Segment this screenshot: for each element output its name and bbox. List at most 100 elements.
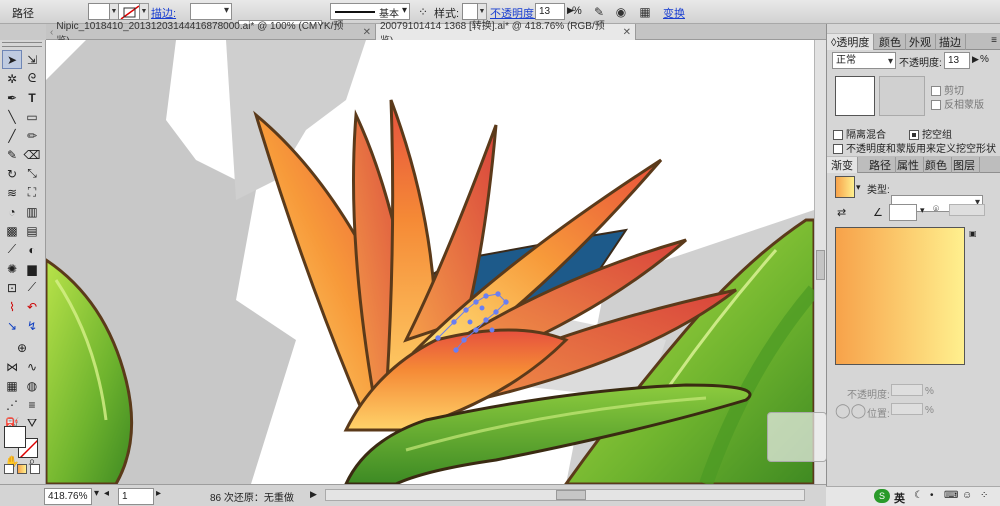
free-transform-icon[interactable]: ⛶ — [22, 183, 42, 202]
tab-stroke[interactable]: 描边 — [935, 34, 966, 50]
next-page-icon[interactable]: ▸ — [156, 488, 161, 499]
scroll-thumb[interactable] — [556, 490, 586, 500]
zoom-dropdown-icon[interactable]: ▾ — [94, 488, 99, 499]
knockout-group-checkbox[interactable]: 挖空组 — [909, 126, 952, 141]
tab-document-2[interactable]: 20079101414 1368 [转换].ai* @ 418.76% (RGB… — [376, 21, 636, 47]
artboard-canvas[interactable] — [46, 40, 814, 484]
paintbrush-icon[interactable]: ╱ — [2, 126, 22, 145]
invert-mask-label: 反相蒙版 — [944, 100, 984, 111]
color-mode-icon[interactable] — [4, 464, 14, 474]
panel-menu-icon[interactable]: ≡ — [991, 35, 997, 46]
ime-mode-label[interactable]: 英 — [894, 490, 905, 506]
tab-path[interactable]: 路径 — [865, 157, 896, 173]
blend-mode-dropdown[interactable]: 正常 — [832, 52, 896, 69]
object-thumbnail[interactable] — [835, 76, 875, 116]
stop-opacity-input[interactable] — [891, 384, 923, 396]
pucker-tool-icon[interactable]: ▦ — [2, 376, 22, 395]
opacity-mask-knockout-checkbox[interactable]: 不透明度和蒙版用来定义挖空形状 — [833, 140, 996, 155]
bloat-tool-icon[interactable]: ◍ — [22, 376, 42, 395]
artboard-tool-icon[interactable]: ⊡ — [2, 278, 22, 297]
transform-link[interactable]: 变换 — [663, 5, 685, 21]
line-tool-icon[interactable]: ╲ — [2, 107, 22, 126]
convert-anchor-icon[interactable]: ↶ — [22, 297, 42, 316]
width-tool-icon[interactable]: ⋈ — [2, 357, 22, 376]
angle-stepper-arrow[interactable]: ▾ — [920, 205, 925, 216]
horizontal-scrollbar[interactable] — [325, 489, 805, 501]
tab-label: 描边 — [939, 37, 961, 49]
tab-attributes[interactable]: 属性 — [893, 157, 924, 173]
column-graph-icon[interactable]: ▆ — [22, 259, 42, 278]
opacity-mask-knockout-label: 不透明度和蒙版用来定义挖空形状 — [846, 144, 996, 155]
opacity-stepper-arrow[interactable]: ▶ — [972, 54, 979, 65]
page-field[interactable]: 1 — [118, 488, 154, 505]
tab-appearance[interactable]: 外观 — [905, 34, 936, 50]
warp-tool-icon[interactable]: ≋ — [2, 183, 22, 202]
fill-color-swatch[interactable] — [4, 426, 26, 448]
sogou-ime-icon[interactable]: S — [874, 489, 890, 503]
slice-tool-icon[interactable]: ⟋ — [22, 278, 42, 297]
add-anchor-icon[interactable]: ↘ — [2, 316, 22, 335]
close-icon[interactable]: ✕ — [363, 27, 371, 38]
moon-icon[interactable]: ☾ — [914, 490, 923, 501]
tab-color[interactable]: 颜色 — [921, 157, 952, 173]
stop-location-input[interactable] — [891, 403, 923, 415]
angle-input[interactable] — [889, 204, 917, 221]
perspective-grid-icon[interactable]: ▥ — [22, 202, 42, 221]
eyedropper-icon[interactable]: ⟋ — [2, 240, 22, 259]
stop-location-unit: % — [925, 405, 934, 416]
gradient-tool-icon[interactable]: ▤ — [22, 221, 42, 240]
aspect-ratio-input[interactable] — [949, 204, 985, 216]
blob-brush-icon[interactable]: ✎ — [2, 145, 22, 164]
tab-layers[interactable]: 图层 — [949, 157, 980, 173]
keyboard-icon[interactable]: ⌨ — [944, 490, 958, 501]
grid-icon[interactable]: ⁘ — [980, 490, 988, 501]
reverse-gradient-icon[interactable]: ⇄ — [837, 206, 846, 219]
tab-transparency[interactable]: ◊透明度 — [827, 34, 875, 50]
wrinkle-tool-icon[interactable]: ≡ — [22, 395, 42, 414]
invert-mask-option[interactable]: 反相蒙版 — [931, 96, 984, 111]
magic-wand-icon[interactable]: ✲ — [2, 69, 22, 88]
zoom-field[interactable]: 418.76% — [44, 488, 92, 505]
mask-thumbnail[interactable] — [879, 76, 925, 116]
tab-gradient[interactable]: 渐变 — [827, 157, 858, 173]
dot-icon[interactable]: • — [930, 490, 934, 501]
gradient-mode-icon[interactable] — [17, 464, 27, 474]
symbol-sprayer-icon[interactable]: ✺ — [2, 259, 22, 278]
crystallize-tool-icon[interactable]: ⋰ — [2, 395, 22, 414]
blend-tool-icon[interactable]: ◐ — [22, 240, 42, 259]
user-icon[interactable]: ☺ — [962, 490, 972, 501]
tab-color[interactable]: 颜色 — [875, 34, 906, 50]
direct-selection-tool-icon[interactable]: ⇲ — [22, 50, 42, 69]
tab-document-1[interactable]: ‹ Nipic_1018410_20131203144416878000.ai*… — [46, 21, 376, 47]
isolate-blending-checkbox[interactable]: 隔离混合 — [833, 126, 886, 141]
gradient-swatch-dropdown-icon[interactable]: ▾ — [856, 182, 861, 193]
status-menu-icon[interactable]: ▶ — [310, 489, 317, 500]
lasso-icon[interactable]: ᘓ — [22, 69, 42, 88]
align-icon[interactable]: ▦ — [636, 3, 654, 21]
type-tool-icon[interactable]: T — [22, 88, 42, 107]
crosshair-icon[interactable]: ⊕ — [12, 338, 32, 357]
gradient-swatch[interactable] — [835, 176, 855, 198]
rotate-tool-icon[interactable]: ↻ — [2, 164, 22, 183]
anchor-point-icon[interactable]: ⌇ — [2, 297, 22, 316]
prev-page-icon[interactable]: ◂ — [104, 488, 109, 499]
mesh-tool-icon[interactable]: ▩ — [2, 221, 22, 240]
clip-option[interactable]: 剪切 — [931, 82, 964, 97]
opacity-input[interactable]: 13 — [944, 52, 970, 69]
scale-tool-icon[interactable]: ⤡ — [22, 164, 42, 183]
scroll-thumb[interactable] — [816, 250, 825, 280]
none-mode-icon[interactable] — [30, 464, 40, 474]
tab-label: 图层 — [953, 160, 975, 172]
pen-tool-icon[interactable]: ✒ — [2, 88, 22, 107]
selection-tool-icon[interactable]: ➤ — [2, 50, 22, 69]
toolbox-grip[interactable] — [2, 42, 42, 47]
shape-builder-icon[interactable]: ◔ — [2, 202, 22, 221]
pencil-icon[interactable]: ✏ — [22, 126, 42, 145]
eraser-icon[interactable]: ⌫ — [22, 145, 42, 164]
delete-anchor-icon[interactable]: ↯ — [22, 316, 42, 335]
wave-tool-icon[interactable]: ∿ — [22, 357, 42, 376]
color-mode-buttons — [4, 464, 44, 476]
gradient-slider-icon[interactable]: ▣ — [969, 229, 977, 238]
close-icon[interactable]: ✕ — [623, 27, 631, 38]
rectangle-tool-icon[interactable]: ▭ — [22, 107, 42, 126]
